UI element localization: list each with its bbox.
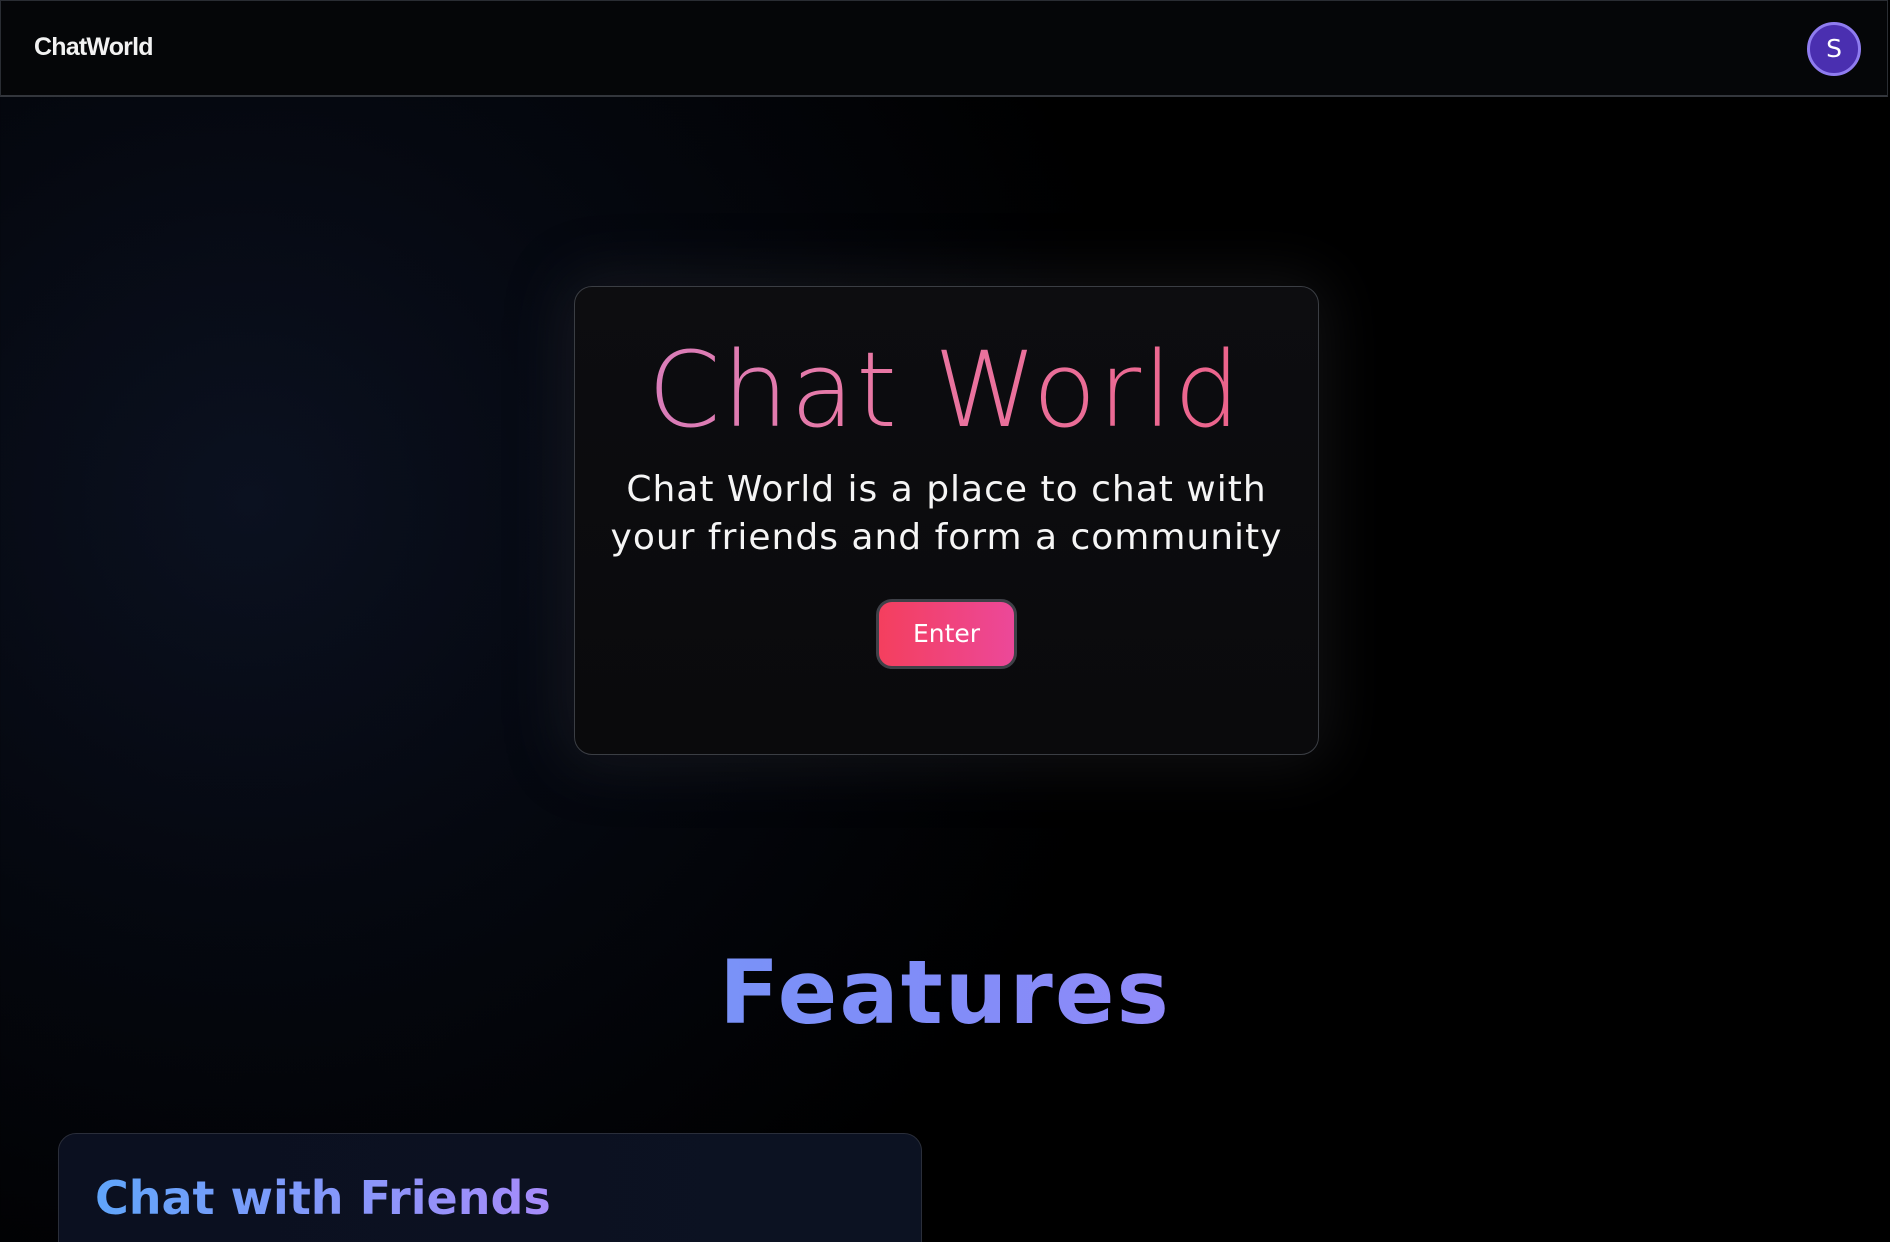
hero-subtitle-line-1: Chat World is a place to chat with <box>626 469 1267 510</box>
hero-subtitle-line-2: your friends and form a community <box>610 517 1283 558</box>
user-avatar[interactable]: S <box>1807 22 1861 76</box>
enter-button[interactable]: Enter <box>876 599 1017 669</box>
brand-logo-text[interactable]: ChatWorld <box>34 33 154 62</box>
feature-card-title: Chat with Friends <box>95 1171 551 1225</box>
top-navbar: ChatWorld S <box>0 0 1888 97</box>
hero-title: Chat World <box>0 330 1890 450</box>
hero-subtitle: Chat World is a place to chat with your … <box>574 466 1319 562</box>
features-heading: Features <box>0 938 1890 1048</box>
